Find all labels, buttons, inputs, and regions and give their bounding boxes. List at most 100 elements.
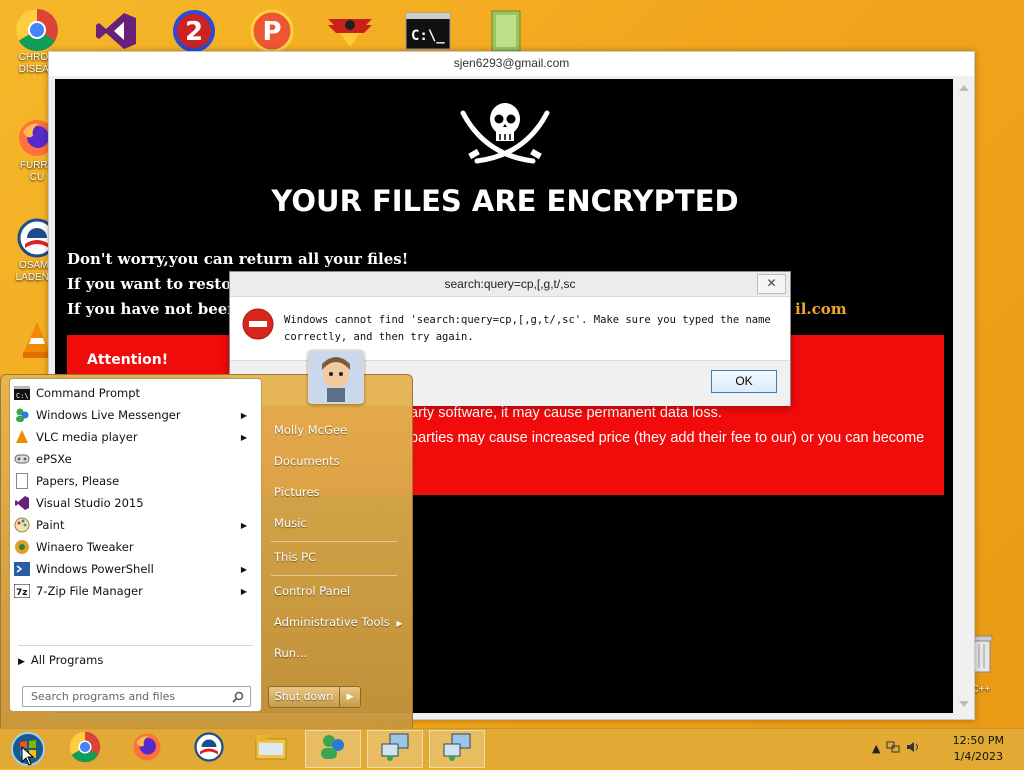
game-2-icon[interactable]: 2: [170, 8, 218, 54]
start-item-control-panel[interactable]: Control Panel: [274, 584, 350, 598]
ransom-line-2: If you want to restore: [67, 275, 249, 293]
search-input[interactable]: Search programs and files: [22, 686, 251, 707]
ransom-line-3: If you have not been a: [67, 300, 254, 318]
chrome-icon: [69, 731, 101, 767]
ransom-line-1: Don't worry,you can return all your file…: [67, 250, 409, 268]
taskbar-messenger[interactable]: [305, 730, 361, 768]
program-item-paint[interactable]: Paint ▶: [13, 514, 257, 536]
cmd-icon[interactable]: C:\_: [404, 8, 452, 54]
program-item-windows-live-messenger[interactable]: Windows Live Messenger ▶: [13, 404, 257, 426]
show-hidden-icons-icon[interactable]: ▲: [872, 742, 880, 755]
volume-icon[interactable]: [906, 741, 920, 756]
program-item-7zip[interactable]: 7z 7-Zip File Manager ▶: [13, 580, 257, 602]
emblem-icon[interactable]: [326, 8, 374, 54]
system-tray: ▲: [872, 741, 920, 756]
taskbar-chrome[interactable]: [57, 730, 113, 768]
folder-icon[interactable]: [482, 8, 530, 54]
svg-text:P: P: [262, 17, 281, 47]
messenger-icon: [318, 733, 348, 765]
skull-crossbones-icon: [455, 97, 555, 173]
submenu-arrow-icon: ▶: [18, 657, 25, 667]
error-icon: [242, 308, 274, 344]
program-item-vlc[interactable]: VLC media player ▶: [13, 426, 257, 448]
attention-line-2: parties may cause increased price (they …: [410, 430, 925, 446]
start-programs-panel: C:\ Command Prompt Windows Live Messenge…: [9, 378, 262, 712]
start-item-administrative-tools[interactable]: Administrative Tools ▶: [274, 615, 403, 629]
clock-date: 1/4/2023: [953, 750, 1004, 763]
start-item-run[interactable]: Run...: [274, 646, 307, 660]
search-placeholder: Search programs and files: [31, 690, 176, 703]
svg-text:2: 2: [185, 17, 203, 47]
program-label: ePSXe: [36, 452, 72, 466]
network-icon[interactable]: [886, 741, 900, 756]
submenu-arrow-icon: ▶: [240, 410, 247, 420]
window-title: sjen6293@gmail.com: [49, 52, 974, 76]
document-icon: [14, 473, 30, 489]
program-item-visual-studio[interactable]: Visual Studio 2015: [13, 492, 257, 514]
svg-text:C:\: C:\: [16, 392, 29, 400]
chrome-icon: [15, 8, 59, 52]
program-label: Paint: [36, 518, 65, 532]
powershell-icon: [14, 561, 30, 577]
divider: [18, 645, 253, 646]
paint-icon: [14, 517, 30, 533]
program-item-command-prompt[interactable]: C:\ Command Prompt: [13, 382, 257, 404]
all-programs-button[interactable]: ▶ All Programs: [18, 653, 103, 667]
taskbar-remote-app-2[interactable]: [429, 730, 485, 768]
7zip-icon: 7z: [14, 583, 30, 599]
avatar[interactable]: [308, 350, 364, 404]
visual-studio-icon[interactable]: [92, 8, 140, 54]
program-item-epsxe[interactable]: ePSXe: [13, 448, 257, 470]
start-item-pictures[interactable]: Pictures: [274, 485, 320, 499]
submenu-arrow-icon: ▶: [240, 520, 247, 530]
game-p-icon[interactable]: P: [248, 8, 296, 54]
program-item-winaero-tweaker[interactable]: Winaero Tweaker: [13, 536, 257, 558]
vertical-scrollbar[interactable]: [955, 79, 972, 713]
svg-text:7z: 7z: [16, 588, 28, 598]
search-icon: [232, 690, 244, 709]
mouse-cursor-icon: [21, 745, 35, 770]
start-item-music[interactable]: Music: [274, 516, 307, 530]
firefox-icon: [132, 732, 162, 766]
taskbar: ▲ 12:50 PM 1/4/2023: [0, 728, 1024, 769]
visual-studio-icon: [14, 495, 30, 511]
vlc-icon: [14, 429, 30, 445]
start-item-documents[interactable]: Documents: [274, 454, 340, 468]
messenger-icon: [14, 407, 30, 423]
taskbar-remote-app-1[interactable]: [367, 730, 423, 768]
program-label: Command Prompt: [36, 386, 141, 400]
ransom-heading: YOUR FILES ARE ENCRYPTED: [271, 184, 739, 218]
taskbar-firefox[interactable]: [119, 730, 175, 768]
attention-title: Attention!: [87, 352, 169, 368]
scroll-up-icon[interactable]: [959, 85, 969, 91]
computer-network-icon: [442, 732, 472, 766]
program-label: 7-Zip File Manager: [36, 584, 143, 598]
clock[interactable]: 12:50 PM 1/4/2023: [953, 733, 1004, 765]
program-label: Winaero Tweaker: [36, 540, 134, 554]
program-item-windows-powershell[interactable]: Windows PowerShell ▶: [13, 558, 257, 580]
close-button[interactable]: ✕: [757, 274, 786, 294]
scroll-down-icon[interactable]: [959, 701, 969, 707]
computer-network-icon: [380, 732, 410, 766]
submenu-arrow-icon: ▶: [240, 586, 247, 596]
program-label: VLC media player: [36, 430, 138, 444]
program-item-papers-please[interactable]: Papers, Please: [13, 470, 257, 492]
all-programs-label: All Programs: [30, 653, 104, 667]
taskbar-explorer[interactable]: [243, 730, 299, 768]
taskbar-obama[interactable]: [181, 730, 237, 768]
start-menu: C:\ Command Prompt Windows Live Messenge…: [0, 350, 413, 730]
gamepad-icon: [14, 451, 30, 467]
obama-logo-icon: [194, 732, 224, 766]
program-label: Visual Studio 2015: [36, 496, 144, 510]
program-label: Papers, Please: [36, 474, 120, 488]
ok-button[interactable]: OK: [711, 370, 777, 393]
error-message: Windows cannot find 'search:query=cp,[,g…: [284, 314, 771, 343]
submenu-arrow-icon: ▶: [240, 564, 247, 574]
ransom-email: il.com: [795, 300, 847, 318]
start-item-this-pc[interactable]: This PC: [274, 550, 316, 564]
shutdown-options-button[interactable]: ▶: [339, 686, 361, 708]
shutdown-button[interactable]: Shut down: [268, 686, 340, 708]
start-item-user[interactable]: Molly McGee: [274, 423, 347, 437]
submenu-arrow-icon: ▶: [396, 619, 403, 628]
clock-time: 12:50 PM: [952, 734, 1004, 747]
